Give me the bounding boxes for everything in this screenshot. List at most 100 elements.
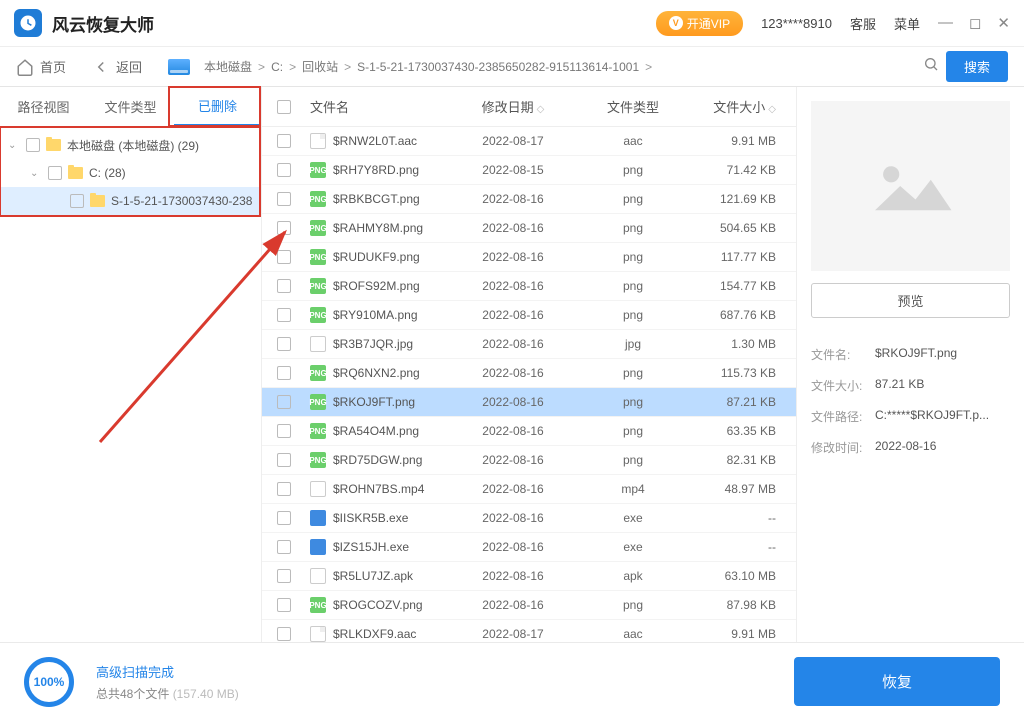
file-type-icon: PNG xyxy=(310,307,326,323)
col-type[interactable]: 文件类型 xyxy=(578,97,688,116)
file-size: 121.69 KB xyxy=(688,192,796,206)
file-checkbox[interactable] xyxy=(277,598,291,612)
home-button[interactable]: 首页 xyxy=(16,57,66,76)
file-row[interactable]: PNG$RQ6NXN2.png2022-08-16png115.73 KB xyxy=(262,359,796,388)
file-type-icon xyxy=(310,568,326,584)
meta-path-label: 文件路径: xyxy=(811,408,875,425)
file-row[interactable]: PNG$RA54O4M.png2022-08-16png63.35 KB xyxy=(262,417,796,446)
help-link[interactable]: 客服 xyxy=(850,14,876,33)
tree-label: S-1-5-21-1730037430-238 xyxy=(111,194,252,208)
file-name: $IZS15JH.exe xyxy=(333,540,409,554)
file-row[interactable]: PNG$RAHMY8M.png2022-08-16png504.65 KB xyxy=(262,214,796,243)
file-row[interactable]: PNG$RY910MA.png2022-08-16png687.76 KB xyxy=(262,301,796,330)
file-row[interactable]: PNG$ROFS92M.png2022-08-16png154.77 KB xyxy=(262,272,796,301)
tree-item[interactable]: S-1-5-21-1730037430-238 xyxy=(0,187,261,215)
file-type: exe xyxy=(578,540,688,554)
tab-type[interactable]: 文件类型 xyxy=(87,87,174,126)
col-size[interactable]: 文件大小◇ xyxy=(688,97,796,116)
file-size: 504.65 KB xyxy=(688,221,796,235)
file-checkbox[interactable] xyxy=(277,221,291,235)
file-type: png xyxy=(578,424,688,438)
file-checkbox[interactable] xyxy=(277,163,291,177)
file-row[interactable]: $IISKR5B.exe2022-08-16exe-- xyxy=(262,504,796,533)
file-checkbox[interactable] xyxy=(277,279,291,293)
file-date: 2022-08-16 xyxy=(448,308,578,322)
meta-mtime-value: 2022-08-16 xyxy=(875,439,1010,456)
file-row[interactable]: PNG$RBKBCGT.png2022-08-16png121.69 KB xyxy=(262,185,796,214)
file-row[interactable]: $R3B7JQR.jpg2022-08-16jpg1.30 MB xyxy=(262,330,796,359)
file-date: 2022-08-17 xyxy=(448,134,578,148)
file-row[interactable]: $RLKDXF9.aac2022-08-17aac9.91 MB xyxy=(262,620,796,642)
file-date: 2022-08-16 xyxy=(448,540,578,554)
close-icon[interactable]: ✕ xyxy=(997,14,1010,32)
file-row[interactable]: $RNW2L0T.aac2022-08-17aac9.91 MB xyxy=(262,127,796,156)
scan-status: 高级扫描完成 xyxy=(96,662,239,681)
search-icon[interactable] xyxy=(916,56,946,77)
tab-path[interactable]: 路径视图 xyxy=(0,87,87,126)
breadcrumb[interactable]: 本地磁盘 > C: > 回收站 > S-1-5-21-1730037430-23… xyxy=(204,58,908,75)
menu-link[interactable]: 菜单 xyxy=(894,14,920,33)
vip-button[interactable]: V开通VIP xyxy=(656,11,743,36)
file-checkbox[interactable] xyxy=(277,250,291,264)
toolbar: 首页 返回 本地磁盘 > C: > 回收站 > S-1-5-21-1730037… xyxy=(0,47,1024,87)
file-row[interactable]: $ROHN7BS.mp42022-08-16mp448.97 MB xyxy=(262,475,796,504)
file-checkbox[interactable] xyxy=(277,482,291,496)
file-checkbox[interactable] xyxy=(277,308,291,322)
file-type: png xyxy=(578,395,688,409)
minimize-icon[interactable]: — xyxy=(938,14,953,32)
back-button[interactable]: 返回 xyxy=(92,57,142,76)
file-name: $RLKDXF9.aac xyxy=(333,627,416,641)
file-name: $R5LU7JZ.apk xyxy=(333,569,413,583)
file-row[interactable]: $IZS15JH.exe2022-08-16exe-- xyxy=(262,533,796,562)
disk-icon xyxy=(168,59,190,75)
file-type: png xyxy=(578,279,688,293)
meta-path-value: C:*****$RKOJ9FT.p... xyxy=(875,408,1010,425)
file-row[interactable]: PNG$RD75DGW.png2022-08-16png82.31 KB xyxy=(262,446,796,475)
file-type-icon xyxy=(310,133,326,149)
file-type: png xyxy=(578,221,688,235)
file-checkbox[interactable] xyxy=(277,453,291,467)
file-size: 63.35 KB xyxy=(688,424,796,438)
file-type-icon: PNG xyxy=(310,452,326,468)
col-date[interactable]: 修改日期◇ xyxy=(448,97,578,116)
file-checkbox[interactable] xyxy=(277,337,291,351)
file-date: 2022-08-16 xyxy=(448,250,578,264)
user-id[interactable]: 123****8910 xyxy=(761,16,832,31)
file-row[interactable]: PNG$RKOJ9FT.png2022-08-16png87.21 KB xyxy=(262,388,796,417)
file-date: 2022-08-16 xyxy=(448,511,578,525)
file-checkbox[interactable] xyxy=(277,395,291,409)
tree-checkbox[interactable] xyxy=(48,166,62,180)
file-checkbox[interactable] xyxy=(277,627,291,641)
file-type: png xyxy=(578,366,688,380)
file-date: 2022-08-16 xyxy=(448,192,578,206)
file-type-icon xyxy=(310,481,326,497)
preview-button[interactable]: 预览 xyxy=(811,283,1010,318)
tree-checkbox[interactable] xyxy=(70,194,84,208)
sidebar: 路径视图 文件类型 已删除 ⌄本地磁盘 (本地磁盘) (29)⌄C: (28) S… xyxy=(0,87,262,642)
recover-button[interactable]: 恢复 xyxy=(794,657,1000,706)
file-row[interactable]: $R5LU7JZ.apk2022-08-16apk63.10 MB xyxy=(262,562,796,591)
file-checkbox[interactable] xyxy=(277,134,291,148)
file-row[interactable]: PNG$RUDUKF9.png2022-08-16png117.77 KB xyxy=(262,243,796,272)
file-checkbox[interactable] xyxy=(277,540,291,554)
file-checkbox[interactable] xyxy=(277,569,291,583)
scan-detail: 总共48个文件 (157.40 MB) xyxy=(96,685,239,702)
file-type-icon xyxy=(310,626,326,642)
col-name[interactable]: 文件名 xyxy=(306,97,448,116)
file-checkbox[interactable] xyxy=(277,511,291,525)
file-row[interactable]: PNG$ROGCOZV.png2022-08-16png87.98 KB xyxy=(262,591,796,620)
file-row[interactable]: PNG$RH7Y8RD.png2022-08-15png71.42 KB xyxy=(262,156,796,185)
tree-item[interactable]: ⌄C: (28) xyxy=(0,159,261,187)
tree-checkbox[interactable] xyxy=(26,138,40,152)
file-checkbox[interactable] xyxy=(277,424,291,438)
tab-deleted[interactable]: 已删除 xyxy=(174,87,261,126)
file-size: 82.31 KB xyxy=(688,453,796,467)
file-name: $ROHN7BS.mp4 xyxy=(333,482,424,496)
file-checkbox[interactable] xyxy=(277,366,291,380)
maximize-icon[interactable]: ◻ xyxy=(969,14,981,32)
tree-item[interactable]: ⌄本地磁盘 (本地磁盘) (29) xyxy=(0,131,261,159)
file-checkbox[interactable] xyxy=(277,192,291,206)
select-all-checkbox[interactable] xyxy=(277,100,291,114)
search-button[interactable]: 搜索 xyxy=(946,51,1008,82)
sort-icon: ◇ xyxy=(768,104,776,115)
